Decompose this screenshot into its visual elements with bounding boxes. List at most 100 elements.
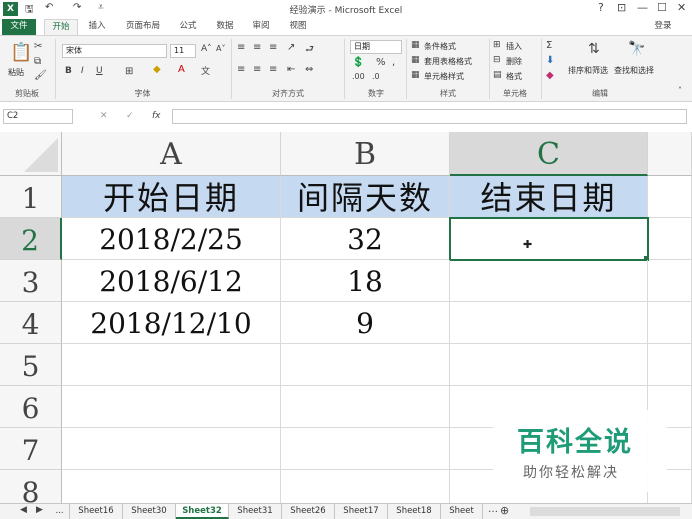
cell-b7[interactable]: [281, 428, 450, 470]
cell-b2[interactable]: 32: [281, 218, 450, 260]
cell-d3[interactable]: [648, 260, 692, 302]
align-left-icon[interactable]: ≡: [237, 64, 245, 75]
row-header-3[interactable]: 3: [0, 260, 62, 302]
ribbon-display-icon[interactable]: ⊡: [617, 1, 626, 14]
cell-a4[interactable]: 2018/12/10: [62, 302, 281, 344]
insert-cells-button[interactable]: 插入: [506, 41, 522, 52]
horizontal-scrollbar[interactable]: [530, 507, 680, 516]
paste-button[interactable]: 粘贴: [8, 67, 24, 78]
column-header-d[interactable]: [648, 132, 692, 176]
format-painter-icon[interactable]: 🖌: [34, 70, 47, 81]
confirm-entry-icon[interactable]: ✓: [126, 111, 134, 121]
conditional-format-button[interactable]: 条件格式: [424, 41, 456, 52]
row-header-1[interactable]: 1: [0, 176, 62, 218]
sheet-tab-sheet30[interactable]: Sheet30: [123, 504, 176, 519]
cell-a2[interactable]: 2018/2/25: [62, 218, 281, 260]
column-header-a[interactable]: A: [62, 132, 281, 176]
font-size-select[interactable]: 11: [170, 44, 196, 58]
find-select-button[interactable]: 查找和选择: [614, 65, 654, 76]
cell-a1[interactable]: 开始日期: [62, 176, 281, 218]
collapse-ribbon-icon[interactable]: ˄: [678, 86, 682, 95]
help-icon[interactable]: ?: [598, 1, 604, 14]
column-header-b[interactable]: B: [281, 132, 450, 176]
cell-b5[interactable]: [281, 344, 450, 386]
row-header-6[interactable]: 6: [0, 386, 62, 428]
cell-b8[interactable]: [281, 470, 450, 503]
wrap-text-icon[interactable]: ⮐: [305, 42, 314, 59]
row-header-4[interactable]: 4: [0, 302, 62, 344]
cancel-entry-icon[interactable]: ✕: [100, 111, 108, 121]
sheet-tab-sheet32[interactable]: Sheet32: [176, 504, 229, 519]
borders-icon[interactable]: ⊞: [125, 66, 133, 77]
copy-icon[interactable]: ⧉: [34, 56, 41, 67]
next-sheet-icon[interactable]: ▶: [36, 505, 43, 515]
cut-icon[interactable]: ✂: [34, 41, 42, 52]
sheet-tab-sheet17[interactable]: Sheet17: [335, 504, 388, 519]
merge-center-icon[interactable]: ⇔: [305, 64, 313, 75]
cell-a3[interactable]: 2018/6/12: [62, 260, 281, 302]
underline-icon[interactable]: U: [96, 66, 103, 76]
row-header-5[interactable]: 5: [0, 344, 62, 386]
increase-decimal-icon[interactable]: .00: [352, 72, 365, 81]
minimize-icon[interactable]: —: [637, 1, 648, 14]
delete-cells-button[interactable]: 删除: [506, 56, 522, 67]
align-right-icon[interactable]: ≡: [269, 64, 277, 75]
cell-a7[interactable]: [62, 428, 281, 470]
cell-d2[interactable]: [649, 218, 692, 260]
cell-d5[interactable]: [648, 344, 692, 386]
font-color-icon[interactable]: A: [178, 64, 185, 75]
row-header-7[interactable]: 7: [0, 428, 62, 470]
select-all-button[interactable]: [0, 132, 62, 176]
sheet-tab-sheet16[interactable]: Sheet16: [70, 504, 123, 519]
orientation-icon[interactable]: ↗: [287, 42, 295, 53]
font-name-select[interactable]: 宋体: [62, 44, 167, 58]
percent-icon[interactable]: %: [376, 57, 386, 68]
cell-c2-active[interactable]: [449, 217, 649, 261]
close-icon[interactable]: ✕: [677, 1, 686, 14]
row-header-8[interactable]: 8: [0, 470, 62, 503]
login-link[interactable]: 登录: [648, 19, 678, 35]
cell-a6[interactable]: [62, 386, 281, 428]
tab-file[interactable]: 文件: [2, 19, 36, 35]
name-box[interactable]: C2: [3, 109, 73, 124]
tab-page-layout[interactable]: 页面布局: [118, 19, 168, 35]
cell-c4[interactable]: [450, 302, 648, 344]
align-center-icon[interactable]: ≡: [253, 64, 261, 75]
cell-d4[interactable]: [648, 302, 692, 344]
tab-insert[interactable]: 插入: [82, 19, 112, 35]
top-align-icon[interactable]: ≡: [237, 42, 245, 53]
number-format-select[interactable]: 日期: [350, 40, 402, 54]
prev-sheet-icon[interactable]: ◀: [20, 505, 27, 515]
cell-b1[interactable]: 间隔天数: [281, 176, 450, 218]
bold-icon[interactable]: B: [65, 66, 72, 76]
sheet-tab-sheet26[interactable]: Sheet26: [282, 504, 335, 519]
new-sheet-icon[interactable]: ⊕: [500, 504, 509, 517]
bottom-align-icon[interactable]: ≡: [269, 42, 277, 53]
italic-icon[interactable]: I: [81, 66, 84, 76]
clear-icon[interactable]: ◆: [546, 70, 554, 81]
column-header-c[interactable]: C: [450, 132, 648, 176]
tab-data[interactable]: 数据: [210, 19, 240, 35]
accounting-icon[interactable]: 💲: [352, 57, 364, 68]
shrink-font-icon[interactable]: A˅: [216, 44, 225, 53]
sheet-tab-sheet31[interactable]: Sheet31: [229, 504, 282, 519]
cell-c5[interactable]: [450, 344, 648, 386]
sheet-tab-sheet18[interactable]: Sheet18: [388, 504, 441, 519]
cell-d1[interactable]: [648, 176, 692, 218]
paste-icon[interactable]: 📋: [10, 42, 32, 63]
middle-align-icon[interactable]: ≡: [253, 42, 261, 53]
sheet-tab-overflow[interactable]: ...: [50, 504, 70, 519]
cell-c1[interactable]: 结束日期: [450, 176, 648, 218]
cell-a8[interactable]: [62, 470, 281, 503]
cell-b4[interactable]: 9: [281, 302, 450, 344]
decrease-decimal-icon[interactable]: .0: [372, 72, 380, 81]
decrease-indent-icon[interactable]: ⇤: [287, 64, 295, 75]
sort-filter-button[interactable]: 排序和筛选: [568, 65, 608, 76]
tab-review[interactable]: 审阅: [246, 19, 276, 35]
autosum-icon[interactable]: Σ: [546, 40, 552, 51]
more-sheets-icon[interactable]: …: [488, 504, 498, 515]
cell-b3[interactable]: 18: [281, 260, 450, 302]
insert-function-icon[interactable]: fx: [152, 111, 161, 121]
formula-input[interactable]: [172, 109, 687, 124]
cell-styles-button[interactable]: 单元格样式: [424, 71, 464, 82]
